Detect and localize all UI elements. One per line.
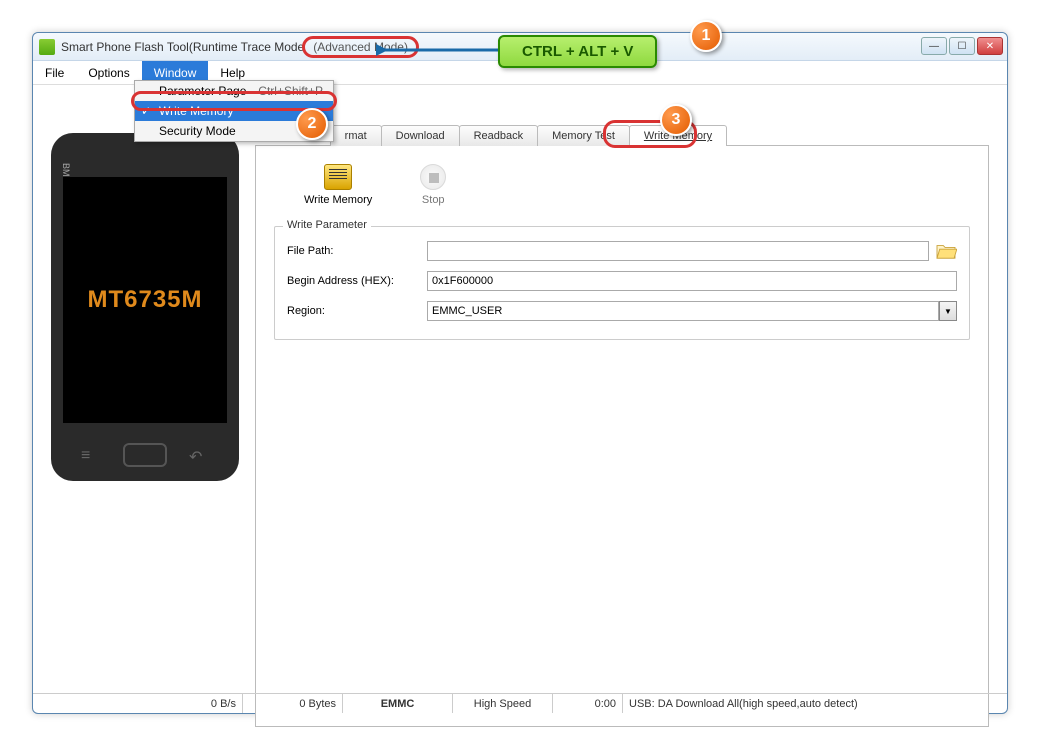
annotation-shortcut: CTRL + ALT + V: [498, 35, 657, 68]
begin-address-input[interactable]: [427, 271, 957, 291]
write-memory-label: Write Memory: [304, 194, 372, 206]
content-pane: Write Memory Stop Write Parameter File P…: [255, 145, 989, 727]
phone-graphic: BM MT6735M ≡ ↶: [51, 133, 239, 481]
phone-back-icon: ↶: [189, 447, 209, 461]
dropdown-parameter-label: Parameter Page: [159, 84, 246, 98]
annotation-badge-3: 3: [660, 104, 692, 136]
tab-download[interactable]: Download: [381, 125, 460, 146]
maximize-button[interactable]: ☐: [949, 37, 975, 55]
status-time: 0:00: [553, 694, 623, 713]
write-parameter-group: Write Parameter File Path: Begin Address…: [274, 226, 970, 340]
app-icon: [39, 39, 55, 55]
status-usb: USB: DA Download All(high speed,auto det…: [623, 694, 1007, 713]
body-area: Welcome rmat Download Readback Memory Te…: [33, 85, 1007, 693]
stop-button[interactable]: Stop: [420, 164, 446, 206]
minimize-button[interactable]: —: [921, 37, 947, 55]
tab-readback[interactable]: Readback: [459, 125, 539, 146]
menu-options[interactable]: Options: [76, 61, 141, 84]
status-storage: EMMC: [343, 694, 453, 713]
file-path-label: File Path:: [287, 245, 427, 257]
group-legend: Write Parameter: [283, 219, 371, 231]
stop-label: Stop: [422, 194, 445, 206]
region-label: Region:: [287, 305, 427, 317]
dropdown-parameter-shortcut: Ctrl+Shift+P: [258, 84, 323, 98]
title-prefix: Smart Phone Flash Tool(Runtime Trace Mod…: [61, 40, 304, 54]
phone-chip-label: MT6735M: [87, 286, 202, 314]
browse-button[interactable]: [935, 242, 957, 260]
begin-address-label: Begin Address (HEX):: [287, 275, 427, 287]
write-memory-button[interactable]: Write Memory: [304, 164, 372, 206]
phone-screen: MT6735M: [63, 177, 227, 423]
status-speed: 0 B/s: [33, 694, 243, 713]
status-highspeed: High Speed: [453, 694, 553, 713]
title-advanced-mode: (Advanced Mode): [302, 36, 419, 58]
status-bytes: 0 Bytes: [243, 694, 343, 713]
phone-bm-label: BM: [61, 163, 71, 177]
annotation-badge-1: 1: [690, 20, 722, 52]
tab-memory-test[interactable]: Memory Test: [537, 125, 630, 146]
menu-file[interactable]: File: [33, 61, 76, 84]
phone-menu-icon: ≡: [81, 447, 101, 461]
status-bar: 0 B/s 0 Bytes EMMC High Speed 0:00 USB: …: [33, 693, 1007, 713]
dropdown-parameter-page[interactable]: Parameter Page Ctrl+Shift+P: [135, 81, 333, 101]
file-path-input[interactable]: [427, 241, 929, 261]
region-select[interactable]: [427, 301, 939, 321]
stop-icon: [420, 164, 446, 190]
close-button[interactable]: ✕: [977, 37, 1003, 55]
folder-icon: [935, 242, 957, 260]
chip-icon: [324, 164, 352, 190]
tab-format[interactable]: rmat: [330, 125, 382, 146]
phone-home-button: [123, 443, 167, 467]
toolbar: Write Memory Stop: [304, 164, 970, 206]
region-dropdown-arrow[interactable]: ▼: [939, 301, 957, 321]
annotation-badge-2: 2: [296, 108, 328, 140]
